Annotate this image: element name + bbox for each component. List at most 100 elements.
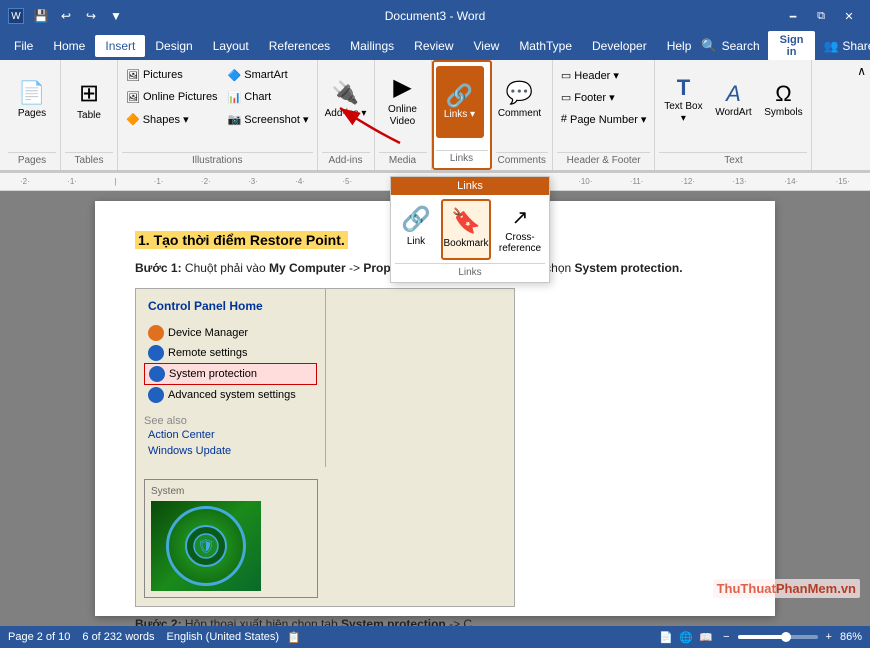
cp-title: Control Panel Home (144, 297, 317, 315)
menu-mathtype[interactable]: MathType (509, 35, 582, 57)
menu-bar-right: 🔍 Search Sign in 👥 Share (701, 31, 870, 61)
cp-left-panel: Control Panel Home Device Manager Remote… (136, 289, 326, 467)
step1-bold3: System protection. (575, 261, 683, 275)
print-view-btn[interactable]: 📄 (657, 629, 675, 645)
customize-quick-btn[interactable]: ▼ (105, 5, 127, 27)
header-icon: ▭ (561, 69, 571, 82)
online-video-button[interactable]: ▶ Online Video (379, 64, 427, 136)
sign-in-button[interactable]: Sign in (768, 31, 816, 61)
watermark: ThuThuatPhanMem.vn (713, 581, 860, 596)
zoom-minus[interactable]: − (723, 631, 729, 643)
wordart-button[interactable]: A WordArt (709, 64, 757, 136)
page-number-label: Page Number ▾ (570, 113, 646, 126)
cp-system-protection[interactable]: System protection (144, 363, 317, 385)
cp-advanced-settings[interactable]: Advanced system settings (144, 385, 317, 405)
online-pictures-button[interactable]: 🖼 Online Pictures (122, 86, 222, 108)
chart-button[interactable]: 📊 Chart (224, 86, 313, 108)
redo-quick-btn[interactable]: ↪ (80, 5, 102, 27)
footer-label: Footer ▾ (574, 91, 614, 104)
menu-review[interactable]: Review (404, 35, 463, 57)
pictures-icon: 🖼 (126, 69, 140, 82)
share-label: Share (842, 39, 870, 53)
links-dropdown: Links 🔗 Link 🔖 Bookmark ↗ Cross-referenc… (390, 176, 550, 283)
pages-button[interactable]: 📄 Pages (8, 64, 56, 136)
online-pictures-label: Online Pictures (143, 91, 218, 103)
bookmark-dropdown-item[interactable]: 🔖 Bookmark (441, 199, 491, 260)
illustrations-content: 🖼 Pictures 🖼 Online Pictures 🔶 Shapes ▾ … (122, 62, 313, 152)
ribbon-group-text: T Text Box ▾ A WordArt Ω Symbols Text (655, 60, 812, 170)
table-button[interactable]: ⊞ Table (65, 64, 113, 136)
menu-design[interactable]: Design (145, 35, 202, 57)
zoom-thumb[interactable] (781, 632, 791, 642)
illustrations-col2: 🔷 SmartArt 📊 Chart 📷 Screenshot ▾ (224, 64, 313, 130)
ribbon: 📄 Pages Pages ⊞ Table Tables 🖼 (0, 60, 870, 173)
ribbon-group-addins: 🔌 Add-ins ▾ Add-ins (318, 60, 375, 170)
cross-reference-label: Cross-reference (499, 232, 541, 254)
pictures-button[interactable]: 🖼 Pictures (122, 64, 222, 86)
header-button[interactable]: ▭ Header ▾ (557, 64, 651, 86)
close-btn[interactable]: ✕ (836, 6, 862, 26)
comment-label: Comment (498, 108, 541, 120)
title-bar-left: W 💾 ↩ ↪ ▼ (8, 5, 127, 27)
web-view-btn[interactable]: 🌐 (677, 629, 695, 645)
menu-mailings[interactable]: Mailings (340, 35, 404, 57)
smartart-label: SmartArt (244, 69, 287, 81)
menu-layout[interactable]: Layout (203, 35, 259, 57)
cp-icon-4 (148, 387, 164, 403)
read-view-btn[interactable]: 📖 (697, 629, 715, 645)
save-quick-btn[interactable]: 💾 (30, 5, 52, 27)
cp-right-panel: System 🛡 (136, 467, 326, 606)
comment-button[interactable]: 💬 Comment (496, 64, 544, 136)
step2-bold1: System protection (341, 617, 446, 626)
search-area[interactable]: 🔍 Search (701, 38, 759, 54)
link-item-icon: 🔗 (401, 205, 431, 234)
ribbon-collapse-btn[interactable]: ∧ (857, 64, 866, 78)
step1-bold1: My Computer (269, 261, 346, 275)
menu-home[interactable]: Home (43, 35, 95, 57)
text-box-label: Text Box ▾ (661, 101, 705, 125)
undo-quick-btn[interactable]: ↩ (55, 5, 77, 27)
system-logo: 🛡 (166, 506, 246, 586)
cp-windows-update[interactable]: Windows Update (144, 443, 317, 459)
ribbon-group-tables: ⊞ Table Tables (61, 60, 118, 170)
status-bar: Page 2 of 10 6 of 232 words English (Uni… (0, 626, 870, 648)
zoom-slider[interactable] (738, 635, 818, 639)
step2-text2: -> C (449, 617, 472, 626)
menu-bar: File Home Insert Design Layout Reference… (0, 32, 870, 60)
screenshot-icon: 📷 (228, 113, 242, 126)
zoom-plus[interactable]: + (826, 631, 832, 643)
cp-icon-2 (148, 345, 164, 361)
zoom-level: 86% (840, 631, 862, 643)
page-number-button[interactable]: # Page Number ▾ (557, 108, 651, 130)
addins-button[interactable]: 🔌 Add-ins ▾ (322, 64, 370, 136)
maximize-btn[interactable]: ⧉ (808, 6, 834, 26)
screenshot-button[interactable]: 📷 Screenshot ▾ (224, 108, 313, 130)
smartart-button[interactable]: 🔷 SmartArt (224, 64, 313, 86)
footer-button[interactable]: ▭ Footer ▾ (557, 86, 651, 108)
cp-device-manager[interactable]: Device Manager (144, 323, 317, 343)
menu-file[interactable]: File (4, 35, 43, 57)
symbols-button[interactable]: Ω Symbols (759, 64, 807, 136)
links-button[interactable]: 🔗 Links ▾ (436, 66, 484, 138)
menu-help[interactable]: Help (657, 35, 702, 57)
cp-title-text: Control Panel Home (148, 299, 263, 313)
share-button[interactable]: 👥 Share (823, 39, 870, 53)
comment-icon: 💬 (506, 80, 533, 106)
cp-action-center[interactable]: Action Center (144, 427, 317, 443)
minimize-btn[interactable]: 🗕 (780, 6, 806, 26)
online-video-icon: ▶ (393, 73, 411, 102)
ribbon-group-media: ▶ Online Video Media (375, 60, 432, 170)
menu-insert[interactable]: Insert (95, 35, 145, 57)
shapes-button[interactable]: 🔶 Shapes ▾ (122, 108, 222, 130)
system-label: System (151, 486, 311, 497)
menu-developer[interactable]: Developer (582, 35, 657, 57)
cp-remote-settings[interactable]: Remote settings (144, 343, 317, 363)
cross-reference-dropdown-item[interactable]: ↗ Cross-reference (495, 199, 545, 260)
menu-view[interactable]: View (464, 35, 510, 57)
link-dropdown-item[interactable]: 🔗 Link (395, 199, 437, 260)
text-box-button[interactable]: T Text Box ▾ (659, 64, 707, 136)
footer-icon: ▭ (561, 91, 571, 104)
menu-references[interactable]: References (259, 35, 340, 57)
media-group-label: Media (379, 152, 427, 168)
ribbon-group-links: 🔗 Links ▾ Links (432, 60, 492, 170)
